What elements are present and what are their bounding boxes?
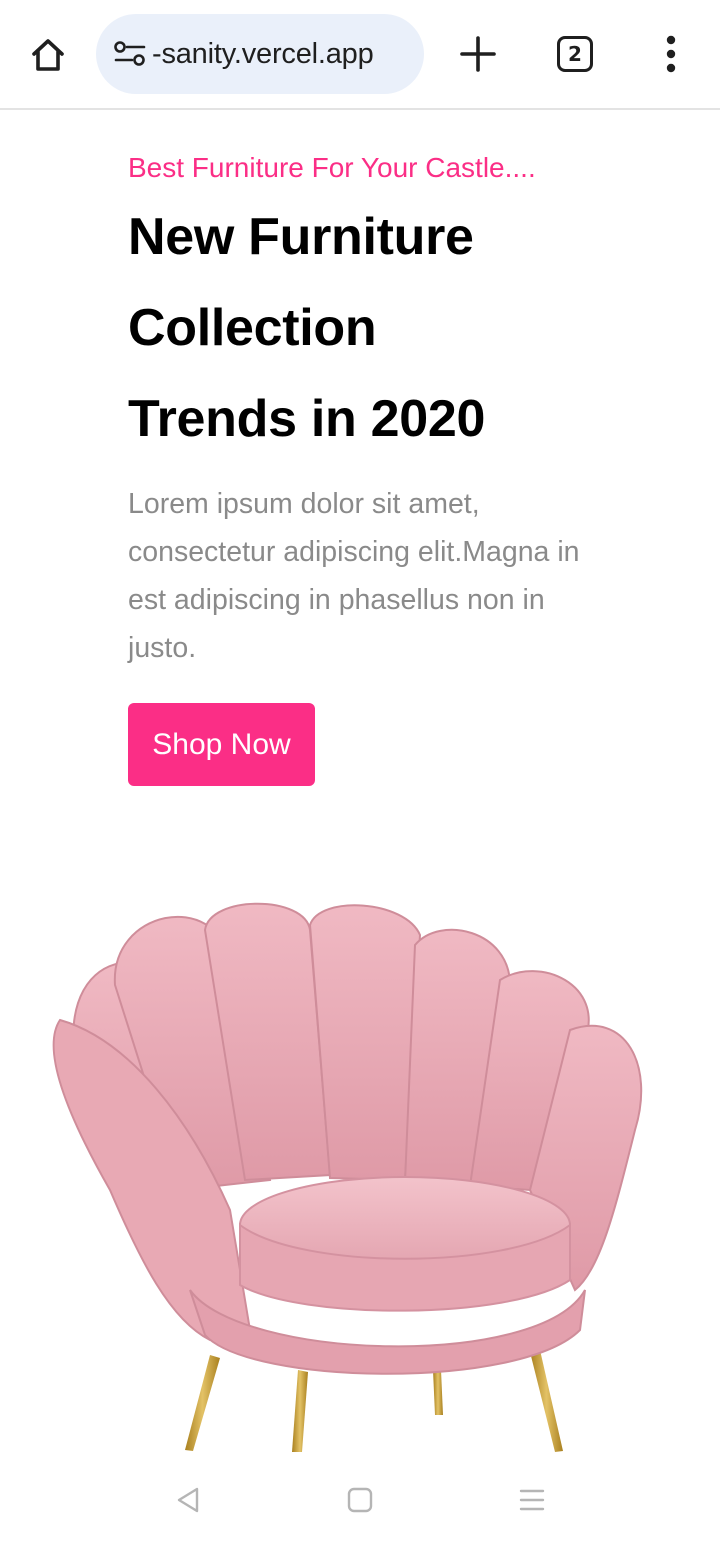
headline-line-1: New Furniture: [128, 208, 474, 266]
headline-line-3: Trends in 2020: [128, 390, 486, 448]
pink-armchair-image: [52, 902, 643, 1452]
tab-switcher-icon: 2: [557, 36, 593, 72]
hero-tagline: Best Furniture For Your Castle....: [128, 152, 536, 183]
site-settings-icon[interactable]: [112, 36, 148, 72]
address-bar[interactable]: -sanity.vercel.app: [96, 14, 424, 94]
url-text[interactable]: -sanity.vercel.app: [152, 38, 374, 71]
browser-toolbar: -sanity.vercel.app 2: [0, 0, 720, 110]
home-icon: [32, 39, 64, 71]
headline-line-2: Collection: [128, 299, 377, 357]
system-home-button[interactable]: [340, 1480, 380, 1520]
home-button[interactable]: [22, 30, 74, 80]
new-tab-button[interactable]: [452, 28, 504, 80]
shop-now-button[interactable]: Shop Now: [128, 703, 315, 786]
back-icon: [177, 1487, 199, 1513]
plus-icon: [460, 36, 496, 72]
home-square-icon: [347, 1487, 373, 1513]
tab-switcher-button[interactable]: 2: [548, 28, 602, 80]
system-navigation-bar: [0, 1460, 720, 1541]
browser-page: -sanity.vercel.app 2 Best Furniture For …: [0, 0, 720, 1541]
system-recents-button[interactable]: [512, 1480, 552, 1520]
hero-headline: New Furniture Collection Trends in 2020: [128, 192, 598, 465]
hero-description: Lorem ipsum dolor sit amet, consectetur …: [128, 488, 580, 664]
more-vertical-icon: [666, 35, 676, 73]
tab-count: 2: [568, 42, 582, 66]
system-back-button[interactable]: [168, 1480, 208, 1520]
browser-menu-button[interactable]: [648, 28, 694, 80]
recents-icon: [519, 1489, 545, 1511]
